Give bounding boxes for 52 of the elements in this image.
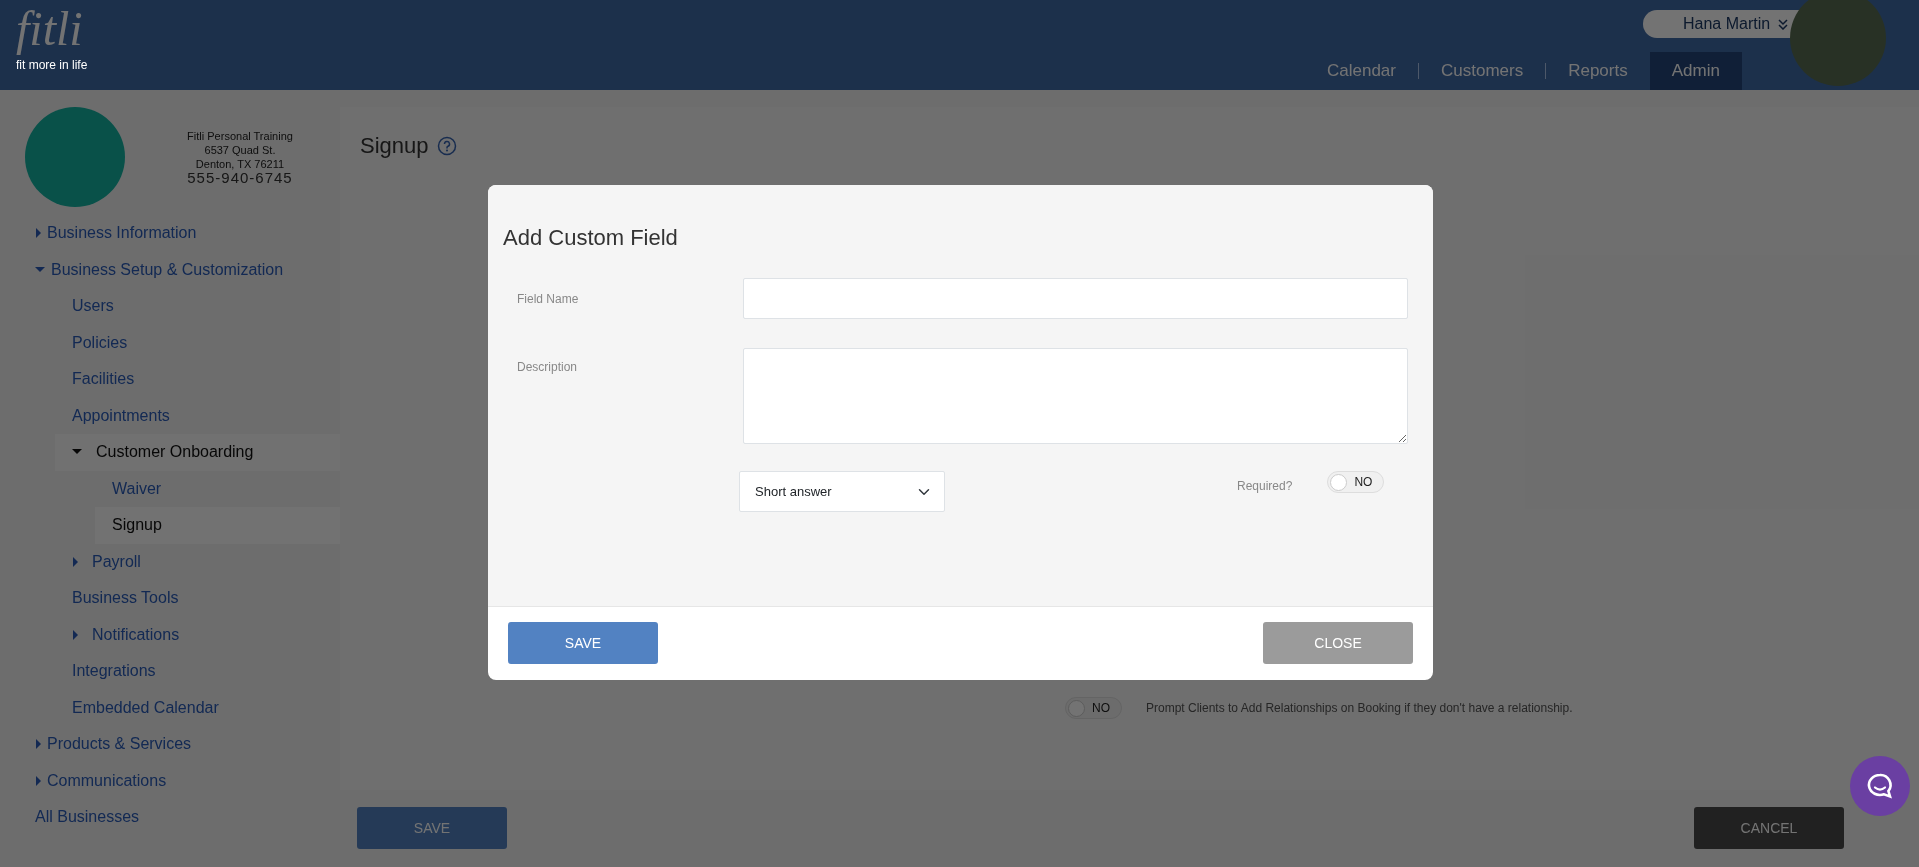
sidebar-item[interactable]: Facilities	[55, 361, 340, 398]
save-button[interactable]: SAVE	[508, 622, 658, 664]
sidebar-item[interactable]: Communications	[0, 762, 340, 799]
caret-icon	[35, 775, 41, 786]
field-label: Required?	[1236, 478, 1293, 495]
sidebar-item[interactable]: Integrations	[55, 653, 340, 690]
text-area[interactable]	[743, 348, 1408, 444]
sidebar-item[interactable]: Notifications	[55, 616, 340, 653]
cancel-button[interactable]: CANCEL	[1694, 807, 1844, 849]
caret-icon	[72, 556, 78, 567]
sidebar-item[interactable]: Business Information	[0, 215, 340, 252]
sidebar-item[interactable]: All Businesses	[0, 799, 340, 836]
caret-icon	[35, 228, 41, 239]
sidebar-item[interactable]: Appointments	[55, 397, 340, 434]
help-icon	[436, 135, 457, 156]
sidebar-item[interactable]: Embedded Calendar	[55, 689, 340, 726]
dialog-title: Add Custom Field	[503, 224, 679, 252]
field-label: Field Name	[516, 291, 580, 308]
sidebar-item[interactable]: Products & Services	[0, 726, 340, 763]
save-button[interactable]: SAVE	[357, 807, 507, 849]
nav-tab[interactable]: Reports	[1546, 52, 1650, 90]
logo-tagline: fit more in life	[16, 57, 88, 74]
toggle-switch[interactable]: NO	[1065, 697, 1122, 719]
sidebar-item[interactable]: Signup	[95, 507, 340, 544]
nav-tab[interactable]: Admin	[1649, 52, 1742, 90]
page-title: Signup	[360, 132, 429, 160]
address-line: Denton, TX 76211	[194, 157, 286, 171]
business-name: Fitli Personal Training	[186, 129, 294, 143]
sidebar-item[interactable]: Customer Onboarding	[55, 434, 340, 471]
field-label: Description	[516, 359, 579, 376]
sidebar-item[interactable]: Payroll	[55, 543, 340, 580]
logo-text: fitli	[16, 4, 84, 54]
chat-button[interactable]	[1850, 756, 1910, 816]
chevron-icon	[1778, 18, 1789, 30]
caret-icon	[72, 629, 78, 640]
chat-icon	[1866, 772, 1894, 800]
nav-tab[interactable]: Customers	[1419, 52, 1546, 90]
sidebar-item[interactable]: Policies	[55, 324, 340, 361]
input-field[interactable]	[743, 278, 1408, 319]
nav-tab[interactable]: Calendar	[1305, 52, 1418, 90]
caret-icon	[35, 264, 45, 275]
sidebar-item[interactable]: Waiver	[95, 470, 340, 507]
phone-number: 555-940-6745	[186, 171, 294, 185]
caret-icon	[35, 739, 41, 750]
toggle-switch[interactable]: NO	[1327, 471, 1385, 493]
close-button[interactable]: CLOSE	[1263, 622, 1413, 664]
toggle-description: Prompt Clients to Add Relationships on Booking if they don't have a relationship.	[1146, 700, 1573, 717]
address-line: 6537 Quad St.	[203, 143, 277, 157]
sidebar-item[interactable]: Users	[55, 288, 340, 325]
sidebar-item[interactable]: Business Setup & Customization	[0, 251, 340, 288]
sidebar-item[interactable]: Business Tools	[55, 580, 340, 617]
answer-type-dropdown[interactable]: Short answer	[739, 471, 945, 512]
